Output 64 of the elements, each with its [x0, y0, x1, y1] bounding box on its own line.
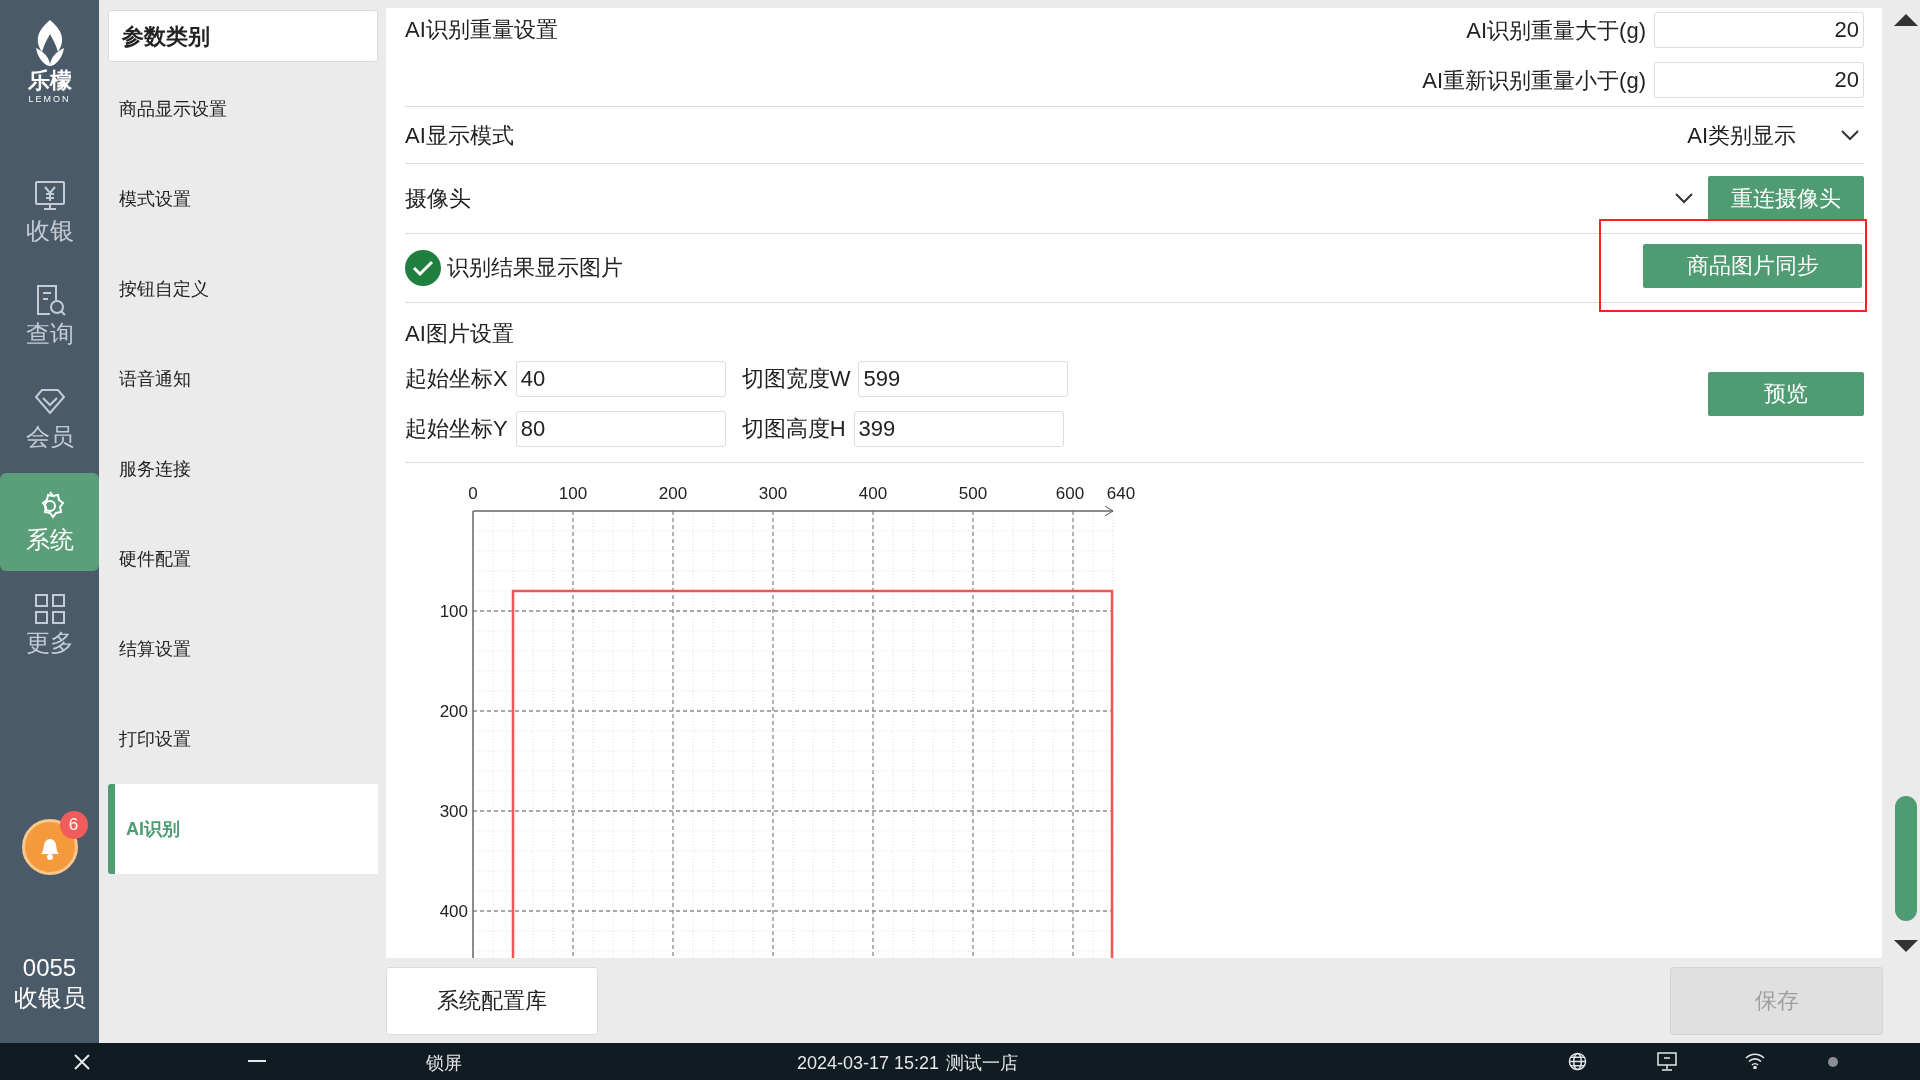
category-header: 参数类别 — [108, 10, 378, 62]
notification-count-badge: 6 — [59, 811, 88, 839]
input-field[interactable]: 40 — [515, 360, 726, 397]
axis-label: 200 — [658, 483, 688, 503]
input-field[interactable]: 20 — [1654, 12, 1864, 48]
axis-label: 100 — [439, 601, 468, 621]
category-item[interactable]: 服务连接 — [108, 424, 378, 514]
axis-label: 600 — [1055, 483, 1085, 503]
globe-icon[interactable] — [1568, 1052, 1587, 1071]
scroll-up-icon[interactable] — [1894, 12, 1918, 26]
close-icon[interactable] — [74, 1054, 90, 1070]
field-label: AI重新识别重量小于(g) — [1422, 66, 1646, 95]
scroll-thumb[interactable] — [1895, 796, 1917, 921]
operator-id: 0055 — [22, 953, 77, 983]
scroll-down-icon[interactable] — [1894, 940, 1918, 954]
field-label: AI识别重量大于(g) — [1466, 16, 1646, 45]
check-icon — [405, 249, 441, 286]
axis-label: 400 — [439, 901, 468, 921]
axis-label: 300 — [758, 483, 788, 503]
field-label: 起始坐标Y — [405, 415, 508, 444]
setting-label: 摄像头 — [405, 184, 471, 213]
date-time: 2024-03-17 15:21 — [797, 1052, 940, 1075]
status-dot-icon — [1828, 1057, 1838, 1067]
caret-icon — [1674, 192, 1694, 205]
field-label: 切图宽度W — [741, 365, 851, 394]
category-item[interactable]: 按钮自定义 — [108, 244, 378, 334]
axis-label: 300 — [439, 801, 468, 821]
nav-tab[interactable]: 会员 — [0, 370, 99, 468]
axis-label: 0 — [468, 483, 478, 503]
axis-label: 200 — [439, 701, 468, 721]
section-title: AI识别重量设置 — [405, 16, 558, 44]
lock-screen-button[interactable]: 锁屏 — [426, 1050, 462, 1077]
caret-icon — [1840, 129, 1860, 142]
store-name: 测试一店 — [946, 1052, 1019, 1075]
category-item[interactable]: 语音通知 — [108, 334, 378, 424]
input-field[interactable]: 20 — [1654, 62, 1864, 98]
category-item[interactable]: 结算设置 — [108, 604, 378, 694]
logo-text: 乐檬 — [27, 68, 72, 94]
config-library-button[interactable]: 系统配置库 — [386, 966, 598, 1035]
field-label: 起始坐标X — [405, 365, 508, 394]
nav-tab[interactable]: 查询 — [0, 267, 99, 365]
logo-subtext: LEMON — [28, 94, 71, 104]
input-field[interactable]: 599 — [858, 360, 1069, 397]
minimize-icon[interactable] — [248, 1060, 266, 1063]
display-mode-dropdown[interactable]: AI类别显示 — [1687, 118, 1864, 152]
nav-tab[interactable]: 收银 — [0, 164, 99, 262]
category-item[interactable]: 硬件配置 — [108, 514, 378, 604]
field-label: 切图高度H — [741, 415, 846, 444]
monitor-icon[interactable] — [1657, 1052, 1677, 1071]
show-image-checkbox[interactable]: 识别结果显示图片 — [405, 249, 623, 286]
setting-label: AI显示模式 — [405, 121, 514, 150]
category-item[interactable]: 打印设置 — [108, 694, 378, 784]
nav-tab[interactable]: 更多 — [0, 576, 99, 674]
category-item[interactable]: 商品显示设置 — [108, 64, 378, 154]
axis-label: 500 — [958, 483, 988, 503]
input-field[interactable]: 399 — [853, 410, 1064, 447]
input-field[interactable]: 80 — [515, 410, 726, 447]
operator-role: 收银员 — [13, 983, 86, 1013]
axis-label: 100 — [558, 483, 588, 503]
category-item[interactable]: 模式设置 — [108, 154, 378, 244]
section-title: AI图片设置 — [405, 319, 515, 348]
axis-label: 640 — [1106, 483, 1136, 503]
axis-label: 400 — [858, 483, 888, 503]
wifi-icon[interactable] — [1745, 1053, 1765, 1069]
